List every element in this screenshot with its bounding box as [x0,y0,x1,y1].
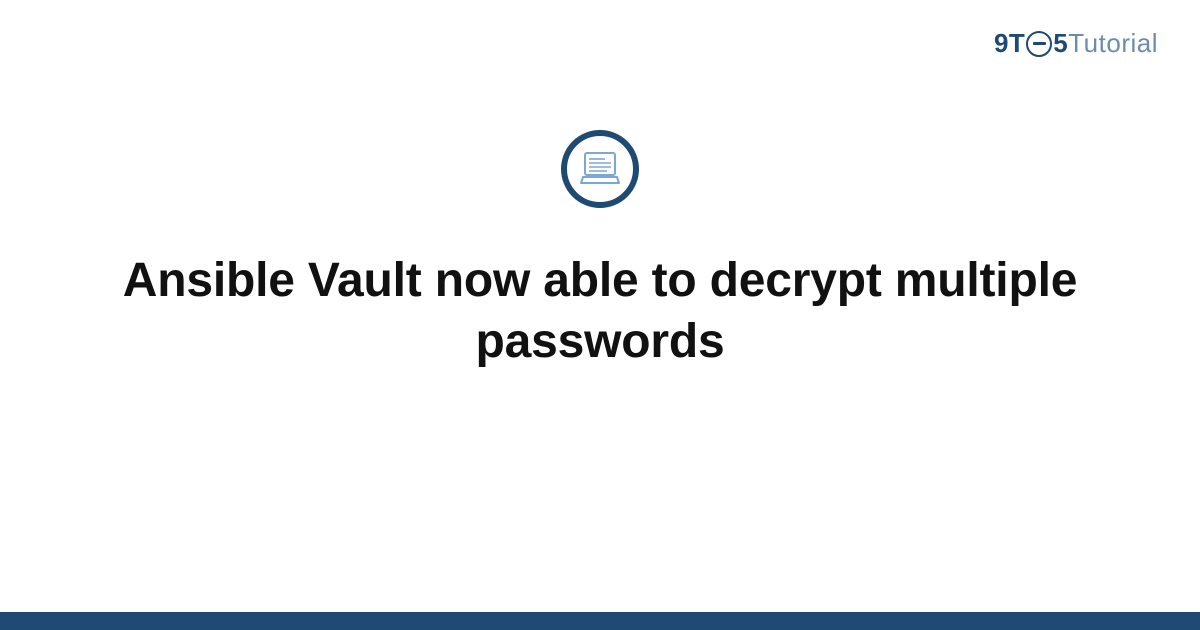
laptop-icon-badge [561,130,639,208]
main-content: Ansible Vault now able to decrypt multip… [0,130,1200,373]
brand-text-tutorial: Tutorial [1068,28,1158,59]
footer-accent-bar [0,612,1200,630]
brand-circle-icon [1026,31,1052,57]
brand-text-9t: 9T [994,28,1025,59]
brand-logo: 9T 5 Tutorial [994,28,1158,59]
page-title: Ansible Vault now able to decrypt multip… [120,250,1080,373]
brand-circle-bar [1033,42,1046,45]
brand-text-5: 5 [1053,28,1068,59]
laptop-icon [579,151,621,187]
